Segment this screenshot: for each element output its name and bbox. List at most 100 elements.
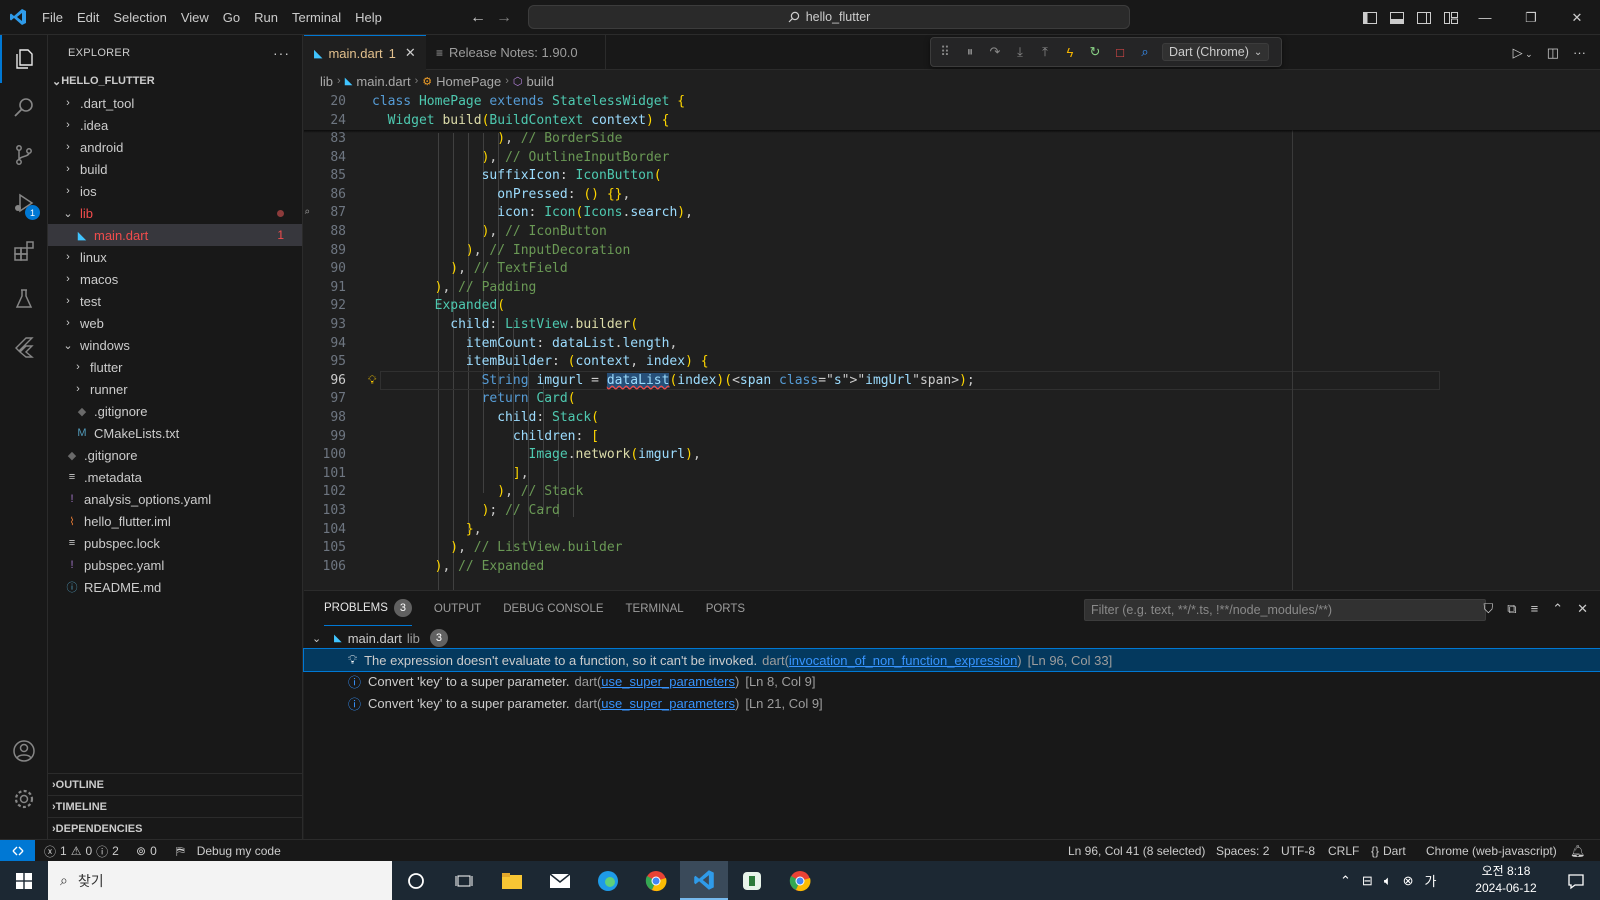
windows-start-icon[interactable] [0,861,48,900]
cortana-icon[interactable] [392,861,440,900]
encoding-status[interactable]: UTF-8 [1281,840,1315,862]
notifications-bell-icon[interactable]: 🔔︎ [1570,840,1585,862]
customize-layout-icon[interactable] [1443,10,1459,26]
flutter-icon[interactable] [0,323,48,371]
maximize-panel-icon[interactable]: ⌃ [1552,601,1563,617]
tab-debug-console[interactable]: DEBUG CONSOLE [503,591,603,626]
tab-terminal[interactable]: TERMINAL [626,591,684,626]
explorer-item[interactable]: › web [48,312,302,334]
explorer-item[interactable]: › runner [48,378,302,400]
taskbar-clock[interactable]: 오전 8:18 2024-06-12 [1464,863,1548,897]
language-status[interactable]: {} Dart [1371,840,1406,862]
explorer-item[interactable]: ! pubspec.yaml [48,554,302,576]
accounts-icon[interactable] [0,727,48,775]
breadcrumb-file[interactable]: main.dart [356,74,410,89]
tab-ports[interactable]: PORTS [706,591,745,626]
code-line[interactable]: 99 children: [ [304,427,1464,446]
code-line[interactable]: 103 ); // Card [304,501,1464,520]
remote-indicator-icon[interactable] [0,840,35,862]
run-debug-icon[interactable]: 1 [0,179,48,227]
outline-section[interactable]: › OUTLINE [48,773,302,795]
explorer-item[interactable]: ◆ .gitignore [48,400,302,422]
explorer-item[interactable]: › .dart_tool [48,92,302,114]
code-line[interactable]: 101 ], [304,464,1464,483]
back-arrow-icon[interactable]: ← [470,9,486,27]
pause-icon[interactable]: ⏸ [962,44,978,60]
source-control-icon[interactable] [0,131,48,179]
collapse-all-icon[interactable]: ⧉ [1507,601,1516,617]
edge-browser-icon[interactable] [584,861,632,900]
code-line[interactable]: 97 return Card( [304,389,1464,408]
app-icon[interactable] [728,861,776,900]
code-line[interactable]: 89 ), // InputDecoration [304,241,1464,260]
taskbar-search-box[interactable]: ⌕ 찾기 [48,861,392,900]
devtools-search-icon[interactable]: ⌕ [1137,44,1153,60]
show-hidden-icons-icon[interactable]: ⌃ [1340,873,1351,889]
project-section-header[interactable]: ⌄ HELLO_FLUTTER [48,70,302,92]
explorer-item[interactable]: ≡ .metadata [48,466,302,488]
close-tab-icon[interactable]: ✕ [405,45,416,61]
tab-output[interactable]: OUTPUT [434,591,481,626]
code-editor[interactable]: 20 class HomePage extends StatelessWidget… [304,92,1600,590]
split-editor-icon[interactable]: ◫ [1547,45,1559,61]
menu-file[interactable]: File [35,0,70,35]
explorer-item[interactable]: ! analysis_options.yaml [48,488,302,510]
explorer-item[interactable]: ⌄ windows [48,334,302,356]
cursor-position[interactable]: Ln 96, Col 41 (8 selected) [1068,840,1205,862]
explorer-item[interactable]: › ios [48,180,302,202]
toggle-secondary-sidebar-icon[interactable] [1416,10,1432,26]
explorer-item[interactable]: › macos [48,268,302,290]
menu-terminal[interactable]: Terminal [285,0,348,35]
code-line[interactable]: 85 suffixIcon: IconButton( [304,166,1464,185]
code-line[interactable]: 93 child: ListView.builder( [304,315,1464,334]
close-panel-icon[interactable]: ✕ [1577,601,1588,617]
mail-icon[interactable] [536,861,584,900]
explorer-item[interactable]: M CMakeLists.txt [48,422,302,444]
stop-icon[interactable]: □ [1112,44,1128,60]
indentation-status[interactable]: Spaces: 2 [1216,840,1269,862]
problem-group-header[interactable]: ⌄ ◣ main.dart lib 3 [304,627,1600,649]
hot-reload-icon[interactable]: ϟ [1062,44,1078,60]
sticky-scroll-line[interactable]: 24 Widget build(BuildContext context) { [304,110,1464,130]
code-line[interactable]: 91 ), // Padding [304,278,1464,297]
eol-status[interactable]: CRLF [1328,840,1359,862]
toggle-panel-icon[interactable] [1389,10,1405,26]
code-line[interactable]: 96 String imgurl = dataList(index)(<span… [304,370,1464,390]
breadcrumb-method[interactable]: build [526,74,553,89]
problem-code-link[interactable]: invocation_of_non_function_expression [789,653,1017,668]
explorer-item[interactable]: › .idea [48,114,302,136]
vscode-taskbar-icon[interactable] [680,861,728,900]
breadcrumb-class[interactable]: HomePage [436,74,501,89]
menu-run[interactable]: Run [247,0,285,35]
ime-indicator[interactable]: 가 [1425,871,1437,890]
testing-icon[interactable] [0,275,48,323]
explorer-item[interactable]: ⓘ README.md [48,576,302,598]
code-line[interactable]: 87 icon: Icon(Icons.search), ⌕ [304,203,1464,222]
filter-funnel-icon[interactable]: ⛉ [1484,601,1494,617]
explorer-item[interactable]: ◆ .gitignore [48,444,302,466]
menu-go[interactable]: Go [216,0,247,35]
chrome-browser-icon[interactable] [632,861,680,900]
problem-item[interactable]: ⓘ Convert 'key' to a super parameter. dart… [304,671,1600,693]
explorer-icon[interactable] [0,35,48,83]
code-line[interactable]: 95 itemBuilder: (context, index) { [304,352,1464,371]
explorer-item[interactable]: › android [48,136,302,158]
more-actions-icon[interactable]: ··· [1573,45,1586,60]
code-line[interactable]: 102 ), // Stack [304,482,1464,501]
code-line[interactable]: 90 ), // TextField [304,259,1464,278]
step-over-icon[interactable]: ↷ [987,44,1003,60]
explorer-item[interactable]: › build [48,158,302,180]
code-line[interactable]: 105 ), // ListView.builder [304,538,1464,557]
extensions-icon[interactable] [0,227,48,275]
forward-arrow-icon[interactable]: → [496,9,512,27]
chrome-browser-icon[interactable] [776,861,824,900]
ports-status[interactable]: ⊚ 0 [136,840,157,862]
mute-icon[interactable]: ⊗ [1403,873,1414,889]
code-line[interactable]: 94 itemCount: dataList.length, [304,334,1464,353]
task-view-icon[interactable] [440,861,488,900]
sticky-scroll-line[interactable]: 20 class HomePage extends StatelessWidget… [304,92,1464,111]
network-icon[interactable]: ⊟ [1362,873,1373,889]
step-into-icon[interactable]: ⤓ [1012,44,1028,60]
timeline-section[interactable]: › TIMELINE [48,795,302,817]
file-explorer-icon[interactable] [488,861,536,900]
